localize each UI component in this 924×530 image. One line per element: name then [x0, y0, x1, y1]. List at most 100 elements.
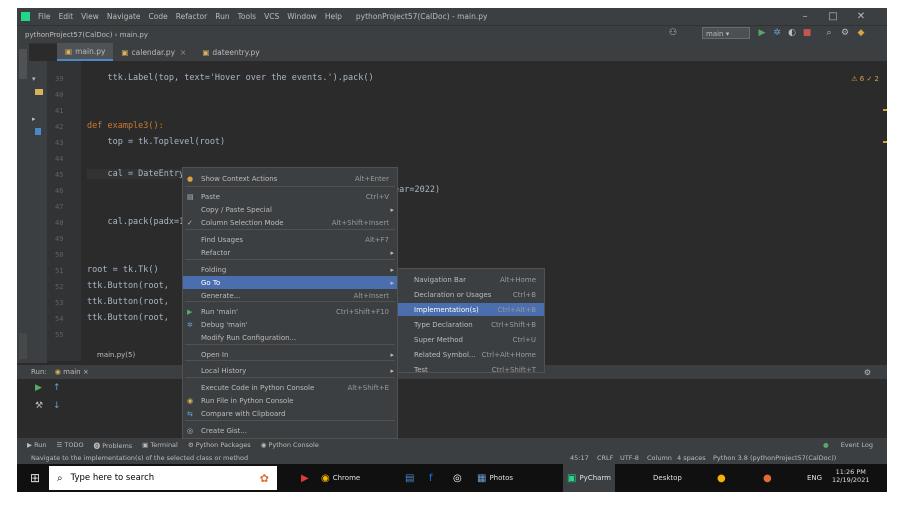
folder-icon: ▤ [405, 472, 415, 484]
taskbar-app-facebook[interactable]: f [429, 464, 433, 492]
structure-tool-button[interactable] [19, 333, 27, 359]
bottom-tool-bar: ▶ Run ☰ TODO ⓿ Problems ▣ Terminal ⚙ Pyt… [17, 438, 887, 452]
menu-item-refactor[interactable]: Refactor ▸ [183, 246, 397, 259]
user-icon[interactable]: ⚇ [667, 27, 679, 39]
language-indicator[interactable]: ENG [807, 464, 822, 492]
wrench-icon[interactable]: ⚒ [35, 401, 43, 411]
menu-item-local-history[interactable]: Local History ▸ [183, 364, 397, 377]
breadcrumb[interactable]: pythonProject57(CalDoc) › main.py [25, 31, 148, 39]
menu-item-run-file-in-python-console[interactable]: ◉ Run File in Python Console [183, 394, 397, 407]
menu-item-generate[interactable]: Generate... Alt+Insert [183, 289, 397, 302]
menu-code[interactable]: Code [145, 12, 172, 21]
taskbar-search[interactable]: ⌕ Type here to search ✿ [49, 466, 277, 490]
inspection-widget[interactable]: ⚠ 6 ✓ 2 [851, 75, 879, 83]
tool-python-packages[interactable]: ⚙ Python Packages [188, 441, 251, 449]
submenu-item-super-method[interactable]: Super Method Ctrl+U [398, 333, 544, 346]
weather-icon[interactable]: ● [717, 464, 726, 492]
indent-setting[interactable]: 4 spaces [677, 454, 706, 462]
run-tab[interactable]: ◉ main × [55, 368, 89, 376]
expand-arrow-icon[interactable]: ▾ [32, 75, 36, 83]
menu-item-show-context-actions[interactable]: ● Show Context Actions Alt+Enter [183, 172, 397, 185]
menu-item-open-in[interactable]: Open In ▸ [183, 348, 397, 361]
submenu-item-related-symbol[interactable]: Related Symbol... Ctrl+Alt+Home [398, 348, 544, 361]
menu-item-label: Debug 'main' [201, 320, 248, 329]
menu-window[interactable]: Window [283, 12, 321, 21]
column-mode[interactable]: Column [647, 454, 672, 462]
menu-item-create-gist[interactable]: ◎ Create Gist... [183, 424, 397, 437]
submenu-item-shortcut: Ctrl+Shift+B [491, 320, 536, 329]
code-line: top = tk.Toplevel(root) [87, 137, 226, 147]
settings-icon[interactable]: ⚙ [839, 27, 851, 39]
taskbar-app-camera[interactable]: ◎ [453, 464, 462, 492]
menu-tools[interactable]: Tools [234, 12, 260, 21]
submenu-item-navigation-bar[interactable]: Navigation Bar Alt+Home [398, 273, 544, 286]
menu-view[interactable]: View [77, 12, 103, 21]
minimize-button[interactable]: – [791, 8, 819, 25]
line-number: 46 [55, 187, 64, 195]
close-button[interactable]: ✕ [847, 8, 875, 25]
submenu-item-declaration-or-usages[interactable]: Declaration or Usages Ctrl+B [398, 288, 544, 301]
submenu-item-test[interactable]: Test Ctrl+Shift+T [398, 363, 544, 376]
menu-help[interactable]: Help [321, 12, 346, 21]
taskbar-app-files[interactable]: ▤ [405, 464, 417, 492]
caret-position[interactable]: 45:17 [570, 454, 589, 462]
taskbar-app-pycharm[interactable]: ▣ PyCharm [563, 464, 616, 492]
submenu-item-shortcut: Alt+Home [499, 275, 536, 284]
menu-item-compare-with-clipboard[interactable]: ⇆ Compare with Clipboard [183, 407, 397, 420]
menu-file[interactable]: File [34, 12, 55, 21]
interpreter[interactable]: Python 3.8 (pythonProject57(CalDoc)) [713, 454, 836, 462]
search-icon[interactable]: ⌕ [823, 27, 835, 39]
taskbar-app-youtube[interactable]: ▶ [301, 464, 309, 492]
taskbar-app-chrome[interactable]: ◉ Chrome [321, 464, 360, 492]
run-icon[interactable]: ▶ [756, 27, 768, 39]
file-encoding[interactable]: UTF-8 [620, 454, 639, 462]
event-log-button[interactable]: ● Event Log [813, 441, 873, 449]
coverage-icon[interactable]: ◐ [786, 27, 798, 39]
project-tool-button[interactable] [19, 49, 27, 79]
menu-item-run-main[interactable]: ▶ Run 'main' Ctrl+Shift+F10 [183, 305, 397, 318]
tool-problems[interactable]: ⓿ Problems [94, 440, 133, 450]
stop-icon[interactable]: ■ [801, 27, 813, 39]
rerun-icon[interactable]: ▶ [35, 383, 42, 393]
submenu-item-implementation-s[interactable]: Implementation(s) Ctrl+Alt+B [398, 303, 544, 316]
tab-dateentry-py[interactable]: ▣ dateentry.py [194, 43, 267, 61]
menu-navigate[interactable]: Navigate [103, 12, 145, 21]
menu-item-folding[interactable]: Folding ▸ [183, 263, 397, 276]
tool-terminal[interactable]: ▣ Terminal [142, 441, 178, 449]
menu-item-go-to[interactable]: Go To ▸ [183, 276, 397, 289]
line-separator[interactable]: CRLF [597, 454, 613, 462]
menu-edit[interactable]: Edit [55, 12, 78, 21]
tab-calendar-py[interactable]: ▣ calendar.py × [113, 43, 194, 61]
menu-item-copy-paste-special[interactable]: Copy / Paste Special ▸ [183, 203, 397, 216]
menu-item-modify-run-configuration[interactable]: Modify Run Configuration... [183, 331, 397, 344]
submenu-item-shortcut: Ctrl+B [512, 290, 536, 299]
down-arrow-icon[interactable]: ↓ [53, 401, 61, 411]
menu-item-debug-main[interactable]: ✲ Debug 'main' [183, 318, 397, 331]
menu-item-column-selection-mode[interactable]: ✓ Column Selection Mode Alt+Shift+Insert [183, 216, 397, 229]
tool-run[interactable]: ▶ Run [27, 441, 47, 449]
settings-icon[interactable]: ⚙ [864, 368, 871, 377]
menu-item-paste[interactable]: ▤ Paste Ctrl+V [183, 190, 397, 203]
menu-item-execute-code-in-python-console[interactable]: Execute Code in Python Console Alt+Shift+… [183, 381, 397, 394]
windows-start-icon[interactable]: ⊞ [23, 464, 47, 492]
notification-icon[interactable]: ● [763, 464, 772, 492]
submenu-item-type-declaration[interactable]: Type Declaration Ctrl+Shift+B [398, 318, 544, 331]
expand-arrow-icon[interactable]: ▸ [32, 115, 36, 123]
close-tab-icon[interactable]: × [180, 48, 186, 57]
debug-icon[interactable]: ✲ [771, 27, 783, 39]
updates-icon[interactable]: ◆ [855, 27, 867, 39]
taskbar-app-photos[interactable]: ▦ Photos [477, 464, 513, 492]
up-arrow-icon[interactable]: ↑ [53, 383, 61, 393]
run-config-select[interactable]: main ▾ [702, 27, 750, 39]
maximize-button[interactable]: □ [819, 8, 847, 25]
menu-item-find-usages[interactable]: Find Usages Alt+F7 [183, 233, 397, 246]
menu-vcs[interactable]: VCS [260, 12, 283, 21]
tool-python-console[interactable]: ◉ Python Console [261, 441, 319, 449]
tool-todo[interactable]: ☰ TODO [57, 441, 84, 449]
menu-item-shortcut: Alt+Insert [353, 291, 389, 300]
clock[interactable]: 11:26 PM 12/19/2021 [832, 468, 869, 484]
menu-run[interactable]: Run [211, 12, 233, 21]
taskbar-desktop[interactable]: Desktop [653, 464, 682, 492]
menu-refactor[interactable]: Refactor [172, 12, 211, 21]
tab-main-py[interactable]: ▣ main.py [57, 43, 114, 61]
